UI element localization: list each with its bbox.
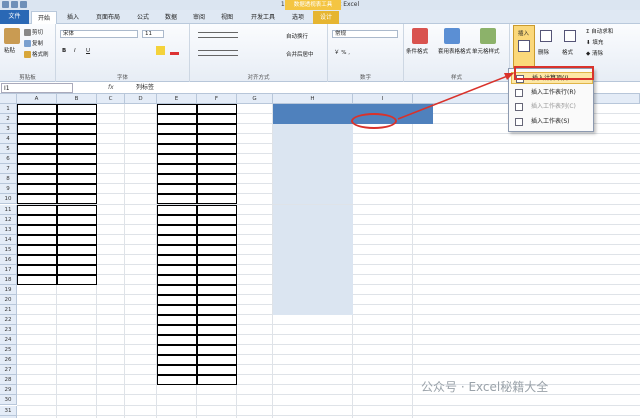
arrow-head — [504, 73, 514, 80]
arrow-line — [397, 74, 511, 120]
annotation-arrow — [397, 73, 514, 120]
watermark: 公众号 · Excel秘籍大全 — [421, 380, 549, 394]
